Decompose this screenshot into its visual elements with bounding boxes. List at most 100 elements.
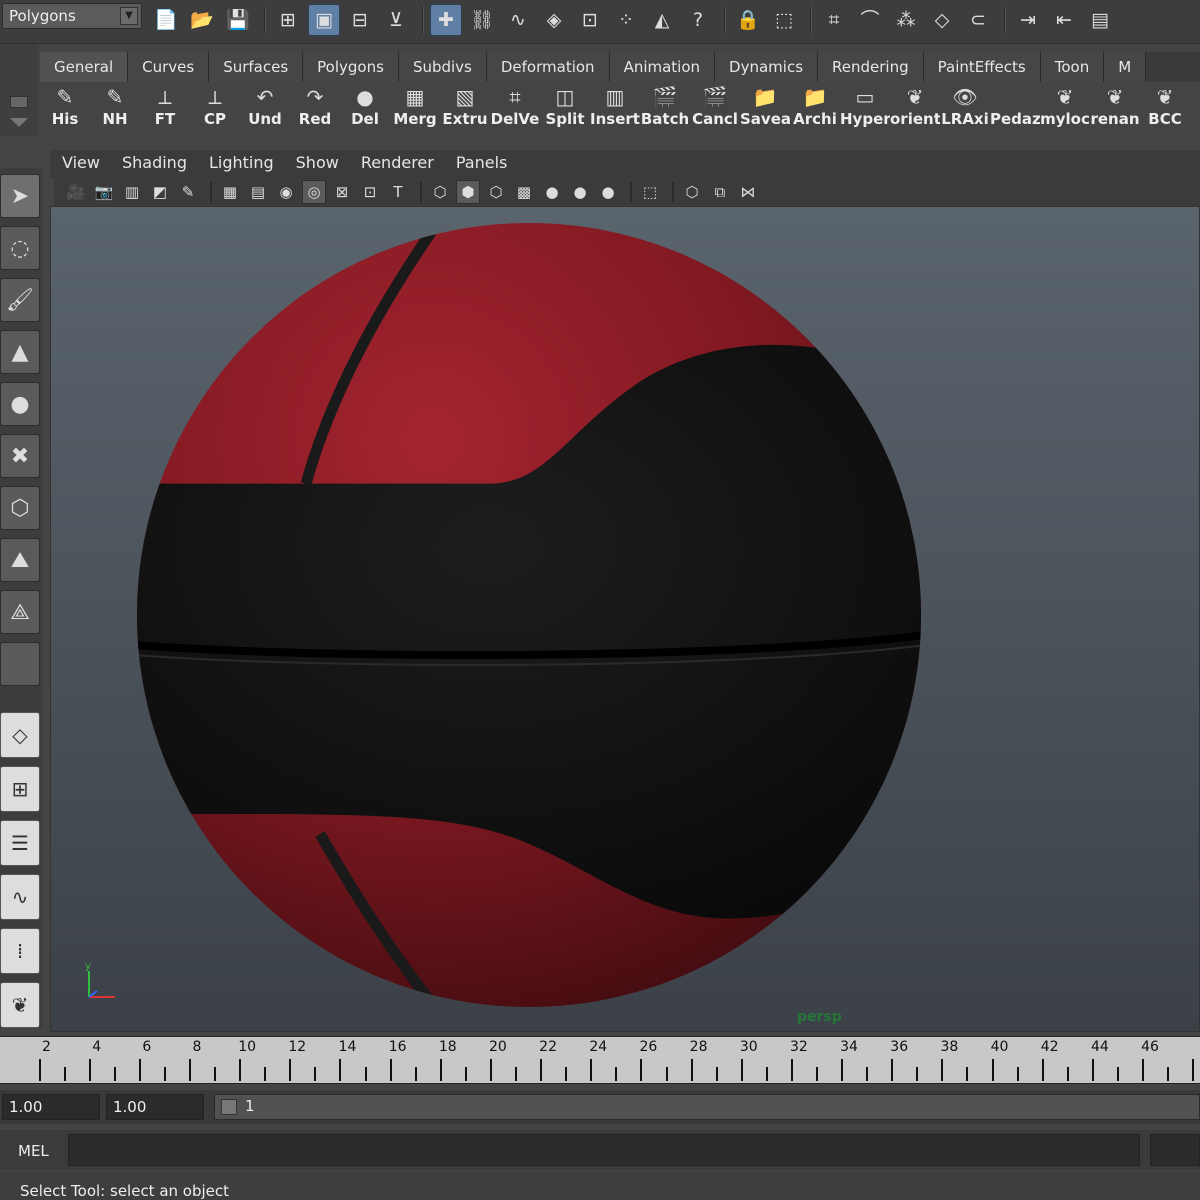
- select-handles-icon[interactable]: ✚: [430, 4, 462, 36]
- menu-set-selector[interactable]: Polygons ▼: [2, 3, 142, 29]
- make-live-icon[interactable]: ⊂: [962, 4, 994, 36]
- four-view-layout-icon[interactable]: ⊞: [0, 766, 40, 812]
- high-quality-icon[interactable]: ●: [596, 180, 620, 204]
- playback-start-field[interactable]: 1.00: [106, 1094, 204, 1120]
- command-language-label[interactable]: MEL: [18, 1142, 49, 1160]
- shelf-button-saveas[interactable]: 📁Saveas: [740, 82, 790, 132]
- construction-history-icon[interactable]: ▤: [1084, 4, 1116, 36]
- select-misc-icon[interactable]: ?: [682, 4, 714, 36]
- outliner-perspective-layout-icon[interactable]: ☰: [0, 820, 40, 866]
- wireframe-icon[interactable]: ⬡: [428, 180, 452, 204]
- shelf-tab-curves[interactable]: Curves: [128, 52, 210, 82]
- new-scene-icon[interactable]: 📄: [150, 4, 182, 36]
- shelf-button-pedaz[interactable]: Pedaz: [990, 82, 1040, 132]
- select-tool-icon[interactable]: ➤: [0, 174, 40, 218]
- shelf-tab-animation[interactable]: Animation: [609, 52, 716, 82]
- select-deformations-icon[interactable]: ⊡: [574, 4, 606, 36]
- shelf-button-red[interactable]: ↷ Red: [290, 82, 340, 132]
- shelf-tab-rendering[interactable]: Rendering: [818, 52, 924, 82]
- select-by-object-type-icon[interactable]: ▣: [308, 4, 340, 36]
- paint-select-tool-icon[interactable]: 🖌: [0, 278, 40, 322]
- range-slider-handle[interactable]: [221, 1099, 237, 1115]
- shelf-editor-icon[interactable]: [10, 96, 28, 108]
- gate-mask-icon[interactable]: ◎: [302, 180, 326, 204]
- move-tool-icon[interactable]: ▲: [0, 330, 40, 374]
- select-surfaces-icon[interactable]: ◈: [538, 4, 570, 36]
- hypershade-persp-layout-icon[interactable]: ⁞: [0, 928, 40, 974]
- time-slider[interactable]: 2 4 6 8 10 12 14 16 18 20 22 24 26 28 30 32 34 36 38 40 42 44…: [0, 1036, 1200, 1084]
- shelf-button-his[interactable]: ✎ His: [40, 82, 90, 132]
- persp-graph-layout-icon[interactable]: ∿: [0, 874, 40, 920]
- safe-title-icon[interactable]: T: [386, 180, 410, 204]
- shelf-tab-toon[interactable]: Toon: [1040, 52, 1105, 82]
- panel-menu-show[interactable]: Show: [296, 153, 339, 172]
- shelf-button-delve[interactable]: ⌗ DelVe: [490, 82, 540, 132]
- panel-menu-view[interactable]: View: [62, 153, 100, 172]
- wireframe-on-shaded-icon[interactable]: ⬡: [484, 180, 508, 204]
- universal-manipulator-icon[interactable]: ⬡: [0, 486, 40, 530]
- field-chart-icon[interactable]: ⊠: [330, 180, 354, 204]
- smooth-shade-icon[interactable]: ⬢: [456, 180, 480, 204]
- textured-icon[interactable]: ▩: [512, 180, 536, 204]
- two-d-pan-zoom-icon[interactable]: ◩: [148, 180, 172, 204]
- snap-to-points-icon[interactable]: ⁂: [890, 4, 922, 36]
- lock-icon[interactable]: 🔒: [732, 4, 764, 36]
- xray-active-components-icon[interactable]: ⋈: [736, 180, 760, 204]
- xray-joints-icon[interactable]: ⧉: [708, 180, 732, 204]
- shelf-button-cp[interactable]: ⟂ CP: [190, 82, 240, 132]
- shelf-button-nh[interactable]: ✎ NH: [90, 82, 140, 132]
- shelf-button-hyper[interactable]: ▭ Hyper: [840, 82, 890, 132]
- shelf-button-split[interactable]: ◫ Split: [540, 82, 590, 132]
- shelf-tab-deformation[interactable]: Deformation: [486, 52, 610, 82]
- shelf-button-extru[interactable]: ▧ Extru: [440, 82, 490, 132]
- image-plane-icon[interactable]: ▥: [120, 180, 144, 204]
- start-time-field[interactable]: 1.00: [2, 1094, 100, 1120]
- shelf-button-ft[interactable]: ⟂ FT: [140, 82, 190, 132]
- shelf-button-bcc[interactable]: ❦ BCC: [1140, 82, 1190, 132]
- select-dynamics-icon[interactable]: ⁘: [610, 4, 642, 36]
- single-perspective-layout-icon[interactable]: ◇: [0, 712, 40, 758]
- shadows-icon[interactable]: ●: [568, 180, 592, 204]
- panel-menu-panels[interactable]: Panels: [456, 153, 508, 172]
- safe-action-icon[interactable]: ⊡: [358, 180, 382, 204]
- shelf-button-merg[interactable]: ▦ Merg: [390, 82, 440, 132]
- film-gate-icon[interactable]: ▤: [246, 180, 270, 204]
- shelf-tab-polygons[interactable]: Polygons: [303, 52, 399, 82]
- shelf-grip[interactable]: [0, 44, 38, 136]
- last-tool-slot-icon[interactable]: [0, 642, 40, 686]
- scale-tool-icon[interactable]: ✖: [0, 434, 40, 478]
- input-operations-icon[interactable]: ⇥: [1012, 4, 1044, 36]
- range-slider[interactable]: 1: [214, 1094, 1200, 1120]
- snap-to-grids-icon[interactable]: ⌗: [818, 4, 850, 36]
- shelf-button-insert[interactable]: ▥ Insert: [590, 82, 640, 132]
- select-rendering-icon[interactable]: ◭: [646, 4, 678, 36]
- shelf-tab-subdivs[interactable]: Subdivs: [398, 52, 487, 82]
- panel-menu-renderer[interactable]: Renderer: [361, 153, 434, 172]
- use-all-lights-icon[interactable]: ●: [540, 180, 564, 204]
- output-operations-icon[interactable]: ⇤: [1048, 4, 1080, 36]
- panel-menu-shading[interactable]: Shading: [122, 153, 187, 172]
- camera-attributes-icon[interactable]: 🎥: [64, 180, 88, 204]
- shelf-button-archi[interactable]: 📁 Archi: [790, 82, 840, 132]
- shelf-tab-dynamics[interactable]: Dynamics: [715, 52, 819, 82]
- shelf-button-orient[interactable]: ❦ orient: [890, 82, 940, 132]
- snap-to-curves-icon[interactable]: ⌒: [854, 4, 886, 36]
- shelf-tab-painteffects[interactable]: PaintEffects: [923, 52, 1041, 82]
- shelf-button-und[interactable]: ↶ Und: [240, 82, 290, 132]
- highlight-selection-icon[interactable]: ⬚: [768, 4, 800, 36]
- select-curves-icon[interactable]: ∿: [502, 4, 534, 36]
- lock-selection-icon[interactable]: ⊻: [380, 4, 412, 36]
- shelf-button-batch[interactable]: 🎬 Batch: [640, 82, 690, 132]
- soft-modification-tool-icon[interactable]: ⛰: [0, 538, 40, 582]
- command-input[interactable]: [68, 1134, 1140, 1166]
- select-joints-icon[interactable]: ⛓: [466, 4, 498, 36]
- custom-layout-icon[interactable]: ❦: [0, 982, 40, 1028]
- show-manipulator-icon[interactable]: ⟁: [0, 590, 40, 634]
- snap-to-view-planes-icon[interactable]: ◇: [926, 4, 958, 36]
- shelf-tab-surfaces[interactable]: Surfaces: [209, 52, 304, 82]
- shelf-menu-arrow-icon[interactable]: [10, 118, 28, 127]
- panel-menu-lighting[interactable]: Lighting: [209, 153, 274, 172]
- open-scene-icon[interactable]: 📂: [186, 4, 218, 36]
- grease-pencil-icon[interactable]: ✎: [176, 180, 200, 204]
- perspective-viewport[interactable]: y persp: [50, 206, 1200, 1032]
